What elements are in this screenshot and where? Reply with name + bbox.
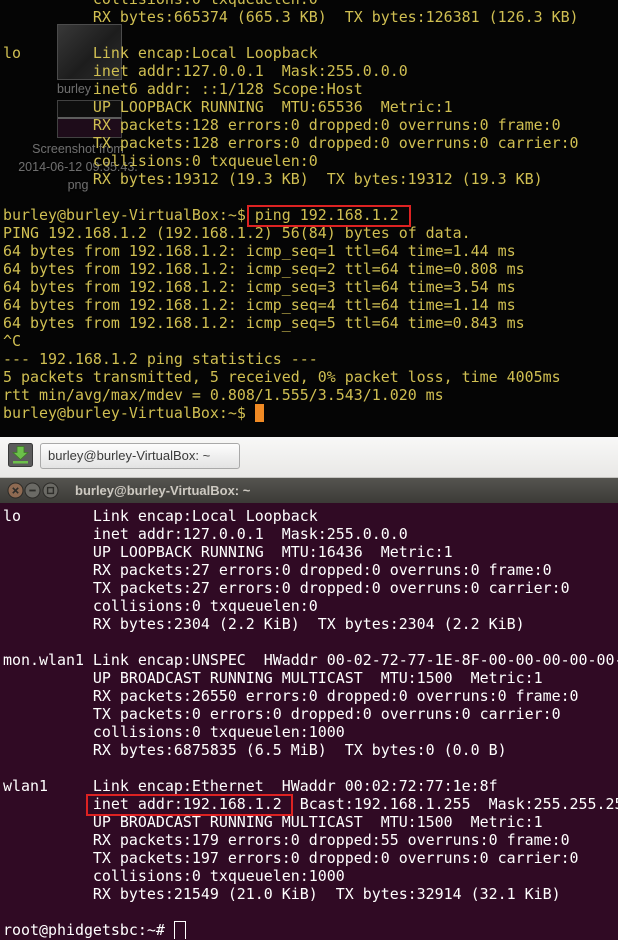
- terminal-line: collisions:0 txqueuelen:1000: [92, 867, 345, 885]
- interface-name: lo: [3, 507, 21, 525]
- highlight-box-ping-command: [247, 205, 411, 227]
- terminal-line: lo Link encap:Local Loopback: [3, 44, 618, 62]
- interface-detail: Bcast:192.168.1.255 Mask:255.255.25: [299, 795, 618, 813]
- terminal-line: 64 bytes from 192.168.1.2: icmp_seq=2 tt…: [3, 260, 525, 278]
- terminal-line: 64 bytes from 192.168.1.2: icmp_seq=4 tt…: [3, 296, 516, 314]
- taskbar-window-button[interactable]: burley@burley-VirtualBox: ~: [40, 443, 240, 469]
- terminal-line: RX bytes:2304 (2.2 KiB) TX bytes:2304 (2…: [92, 615, 525, 633]
- terminal-line: RX packets:27 errors:0 dropped:0 overrun…: [92, 561, 552, 579]
- terminal-line: TX packets:0 errors:0 dropped:0 overruns…: [92, 705, 561, 723]
- interface-detail: Link encap:Ethernet HWaddr 00:02:72:77:1…: [92, 777, 498, 795]
- terminal-line: 64 bytes from 192.168.1.2: icmp_seq=1 tt…: [3, 242, 516, 260]
- terminal-line: TX packets:128 errors:0 dropped:0 overru…: [92, 134, 579, 152]
- terminal-line: collisions:0 txqueuelen:0: [92, 152, 318, 170]
- terminal-line: ^C: [3, 332, 21, 350]
- terminal-line: wlan1 Link encap:Ethernet HWaddr 00:02:72…: [3, 777, 618, 795]
- terminal-line: RX packets:128 errors:0 dropped:0 overru…: [92, 116, 561, 134]
- terminal-line: 64 bytes from 192.168.1.2: icmp_seq=5 tt…: [3, 314, 525, 332]
- terminal-line: RX bytes:19312 (19.3 KB) TX bytes:19312 …: [92, 170, 543, 188]
- terminal-line: UP LOOPBACK RUNNING MTU:16436 Metric:1: [92, 543, 453, 561]
- terminal-line: collisions:0 txqueuelen:1000: [92, 723, 345, 741]
- terminal-line: inet6 addr: ::1/128 Scope:Host: [92, 80, 363, 98]
- terminal-line: inet addr:127.0.0.1 Mask:255.0.0.0: [92, 62, 408, 80]
- interface-detail: Link encap:Local Loopback: [92, 507, 318, 525]
- command-line: burley@burley-VirtualBox:~$: [3, 404, 618, 422]
- terminal-line: UP BROADCAST RUNNING MULTICAST MTU:1500 …: [92, 669, 543, 687]
- window-titlebar[interactable]: burley@burley-VirtualBox: ~: [0, 478, 618, 503]
- interface-detail: Link encap:UNSPEC HWaddr 00-02-72-77-1E-…: [92, 651, 618, 669]
- bottom-terminal-output: lo Link encap:Local Loopback inet addr:12…: [3, 507, 618, 939]
- terminal-line: collisions:0 txqueuelen:0: [92, 597, 318, 615]
- interface-name: mon.wlan1: [3, 651, 84, 669]
- maximize-icon[interactable]: [42, 482, 59, 499]
- bottom-terminal[interactable]: lo Link encap:Local Loopback inet addr:12…: [0, 503, 618, 940]
- terminal-line: RX bytes:21549 (21.0 KiB) TX bytes:32914…: [92, 885, 561, 903]
- interface-name: lo: [3, 44, 21, 62]
- close-icon[interactable]: [7, 482, 24, 499]
- terminal-line: --- 192.168.1.2 ping statistics ---: [3, 350, 318, 368]
- terminal-line: rtt min/avg/max/mdev = 0.808/1.555/3.543…: [3, 386, 444, 404]
- terminal-line: TX packets:197 errors:0 dropped:0 overru…: [92, 849, 579, 867]
- interface-detail: Link encap:Local Loopback: [92, 44, 318, 62]
- text-cursor: [254, 404, 264, 422]
- terminal-line: 5 packets transmitted, 5 received, 0% pa…: [3, 368, 561, 386]
- terminal-line: RX bytes:6875835 (6.5 MiB) TX bytes:0 (0…: [92, 741, 507, 759]
- terminal-line: RX packets:179 errors:0 dropped:55 overr…: [92, 831, 570, 849]
- shell-prompt: root@phidgetsbc:~#: [3, 921, 165, 939]
- terminal-line: lo Link encap:Local Loopback: [3, 507, 618, 525]
- terminal-line: collisions:0 txqueuelen:0: [3, 0, 618, 8]
- taskbar-panel: burley@burley-VirtualBox: ~: [0, 437, 618, 478]
- shell-prompt: burley@burley-VirtualBox:~$: [3, 206, 246, 224]
- command-line: root@phidgetsbc:~#: [3, 921, 618, 939]
- window-title: burley@burley-VirtualBox: ~: [75, 483, 251, 498]
- terminal-line: TX packets:27 errors:0 dropped:0 overrun…: [92, 579, 570, 597]
- highlight-box-inet-address: [86, 794, 293, 816]
- terminal-line: 64 bytes from 192.168.1.2: icmp_seq=3 tt…: [3, 278, 516, 296]
- terminal-line: RX bytes:665374 (665.3 KB) TX bytes:1263…: [92, 8, 579, 26]
- text-cursor: [173, 921, 186, 939]
- terminal-line: mon.wlan1 Link encap:UNSPEC HWaddr 00-02-…: [3, 651, 618, 669]
- minimize-icon[interactable]: [24, 482, 41, 499]
- terminal-line: RX packets:26550 errors:0 dropped:0 over…: [92, 687, 579, 705]
- terminal-line: UP LOOPBACK RUNNING MTU:65536 Metric:1: [92, 98, 453, 116]
- shell-prompt: burley@burley-VirtualBox:~$: [3, 404, 246, 422]
- interface-name: wlan1: [3, 777, 48, 795]
- terminal-line: inet addr:127.0.0.1 Mask:255.0.0.0: [92, 525, 408, 543]
- green-down-arrow-icon[interactable]: [8, 443, 33, 467]
